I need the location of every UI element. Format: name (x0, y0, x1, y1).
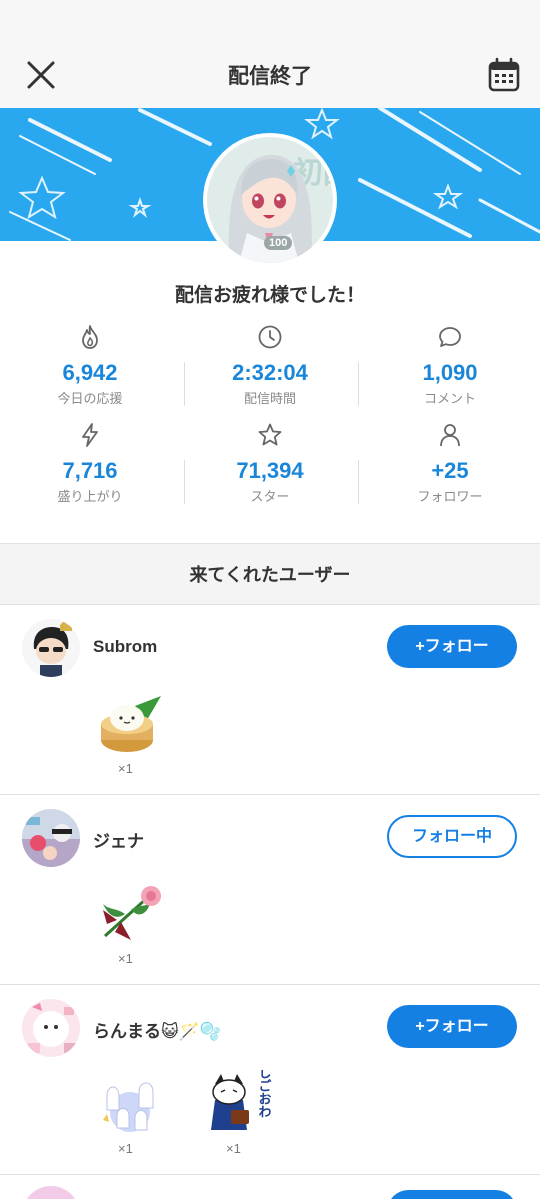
ghost-family-gift-icon (103, 1082, 154, 1132)
comment-icon (439, 327, 461, 347)
star-icon (258, 423, 282, 446)
cat-salaryman-gift-icon: しごおわ (211, 1070, 272, 1130)
stat-label: スター (250, 489, 290, 504)
stat-value: 71,394 (236, 458, 304, 483)
user-name[interactable]: Subrom (93, 637, 157, 657)
stat-value: 2:32:04 (232, 360, 308, 385)
person-icon (440, 424, 460, 447)
stat-duration: 2:32:04 配信時間 (180, 318, 360, 416)
group-photo-avatar (22, 809, 80, 867)
flame-icon (82, 325, 98, 349)
svg-text:しごおわ: しごおわ (256, 1070, 272, 1118)
stat-support: 6,942 今日の応援 (0, 318, 180, 416)
gift-count: ×1 (226, 1141, 241, 1156)
stat-comments: 1,090 コメント (360, 318, 540, 416)
stat-value: 6,942 (62, 360, 118, 385)
stats-row-1: 6,942 今日の応援 2:32:04 配信時間 1,090 コメント (0, 318, 540, 416)
visitors-section-title: 来てくれたユーザー (0, 543, 540, 605)
dumpling-steamer-gift-icon (101, 696, 161, 752)
stat-value: 1,090 (422, 360, 478, 385)
avatar[interactable] (22, 809, 80, 867)
stat-label: フォロワー (417, 489, 483, 504)
gift-count: ×1 (118, 951, 133, 966)
stat-label: 配信時間 (243, 391, 296, 406)
follow-button[interactable] (387, 1190, 517, 1199)
user-name[interactable]: ジェナ (93, 827, 144, 852)
list-item-user[interactable]: ジェナ フォロー中 ×1 (0, 795, 540, 985)
clock-icon (258, 325, 282, 349)
list-item-user[interactable]: らんまる😺🪄🫧 +フォロー ×1 しごおわ ×1 (0, 985, 540, 1175)
divider (184, 460, 185, 504)
chibi-sunglasses-avatar (22, 619, 80, 677)
gift-count: ×1 (118, 1141, 133, 1156)
follow-button[interactable]: +フォロー (387, 625, 517, 668)
avatar[interactable] (22, 619, 80, 677)
stat-stars: 71,394 スター (180, 416, 360, 514)
list-item-user[interactable]: Subrom +フォロー ×1 (0, 605, 540, 795)
gift-count: ×1 (118, 761, 133, 776)
level-badge: 100 (264, 236, 293, 250)
divider (184, 362, 185, 406)
divider (358, 362, 359, 406)
header-bar: 配信終了 (0, 0, 540, 108)
rose-ribbon-gift-icon (103, 886, 161, 940)
follow-button[interactable]: +フォロー (387, 1005, 517, 1048)
lightning-icon (82, 423, 98, 447)
stat-followers: +25 フォロワー (360, 416, 540, 514)
divider (358, 460, 359, 504)
stats-grid: 6,942 今日の応援 2:32:04 配信時間 1,090 コメント 7,71 (0, 318, 540, 514)
stat-label: コメント (423, 391, 476, 406)
calendar-icon[interactable] (488, 57, 520, 93)
stat-label: 盛り上がり (57, 489, 123, 504)
following-button[interactable]: フォロー中 (387, 815, 517, 858)
avatar[interactable] (22, 1186, 80, 1199)
stat-label: 今日の応援 (57, 391, 123, 406)
avatar[interactable] (22, 999, 80, 1057)
stats-row-2: 7,716 盛り上がり 71,394 スター +25 フォロワー (0, 416, 540, 514)
stat-value: +25 (431, 458, 469, 483)
user-name[interactable]: らんまる😺🪄🫧 (93, 1017, 221, 1042)
thanks-message: 配信お疲れ様でした！ (174, 285, 365, 306)
stat-excitement: 7,716 盛り上がり (0, 416, 180, 514)
page-title: 配信終了 (228, 65, 312, 88)
pink-collage-avatar (22, 999, 80, 1057)
stat-value: 7,716 (62, 458, 118, 483)
